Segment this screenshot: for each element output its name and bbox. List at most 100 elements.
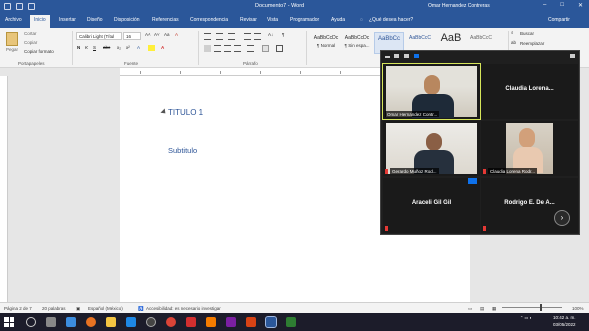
print-layout-icon[interactable]: ▤ <box>480 306 484 312</box>
word-count[interactable]: 20 palabras <box>42 306 66 311</box>
user-name[interactable]: Omar Hernandez Contreras <box>428 3 490 9</box>
word-icon[interactable] <box>265 316 277 328</box>
minimize-icon[interactable]: – <box>543 2 546 9</box>
decrease-indent-icon[interactable] <box>244 33 251 40</box>
line-spacing-icon[interactable] <box>247 45 254 52</box>
tab-diseno[interactable]: Diseño <box>87 17 103 23</box>
close-icon[interactable]: ✕ <box>578 2 583 9</box>
justify-icon[interactable] <box>234 45 241 52</box>
tell-me-search[interactable]: ¿Qué desea hacer? <box>369 17 413 23</box>
clock-time[interactable]: 10:42 a. m. <box>553 315 576 320</box>
vlc-icon[interactable] <box>206 317 216 327</box>
speaker-view-icon[interactable] <box>394 54 399 58</box>
heading-1-text[interactable]: TITULO 1 <box>168 108 203 117</box>
grid-view-icon[interactable] <box>414 54 419 58</box>
accessibility-icon[interactable]: ♿ <box>138 306 144 312</box>
replace-button[interactable]: Reemplazar <box>520 41 544 46</box>
align-right-icon[interactable] <box>224 45 231 52</box>
text-effects-icon[interactable]: A <box>137 45 140 50</box>
strikethrough-icon[interactable]: abc <box>103 45 110 50</box>
increase-indent-icon[interactable] <box>254 33 261 40</box>
clear-format-icon[interactable]: A <box>175 32 178 37</box>
share-button[interactable]: Compartir <box>548 17 570 23</box>
web-layout-icon[interactable]: ▦ <box>492 306 496 312</box>
underline-icon[interactable]: S <box>93 45 96 50</box>
tab-correspondencia[interactable]: Correspondencia <box>190 17 228 23</box>
acrobat-icon[interactable] <box>186 317 196 327</box>
numbering-icon[interactable] <box>216 33 223 40</box>
obs-icon[interactable] <box>146 317 156 327</box>
format-painter-button[interactable]: Copiar formato <box>24 49 54 54</box>
tab-disposicion[interactable]: Disposición <box>114 17 140 23</box>
multilevel-list-icon[interactable] <box>228 33 235 40</box>
file-explorer-icon[interactable] <box>106 317 116 327</box>
font-name-select[interactable]: Calibri Light (Títul <box>76 32 122 40</box>
app-icon[interactable] <box>226 317 236 327</box>
tab-referencias[interactable]: Referencias <box>152 17 179 23</box>
change-case-icon[interactable]: Aa <box>164 32 170 37</box>
italic-icon[interactable]: K <box>85 45 88 50</box>
font-size-select[interactable]: 16 <box>123 32 141 40</box>
tab-inicio[interactable]: Inicio <box>30 15 50 28</box>
show-marks-icon[interactable]: ¶ <box>282 32 284 37</box>
proofing-icon[interactable]: ▣ <box>76 306 80 312</box>
maximize-icon[interactable]: □ <box>560 2 564 9</box>
subscript-icon[interactable]: x₂ <box>117 45 121 50</box>
powerpoint-icon[interactable] <box>246 317 256 327</box>
replace-icon[interactable]: ab <box>511 40 516 45</box>
zoom-slider-handle[interactable] <box>540 304 542 311</box>
task-view-icon[interactable] <box>46 317 56 327</box>
search-icon[interactable]: ⌕ <box>511 30 514 35</box>
tab-insertar[interactable]: Insertar <box>59 17 76 23</box>
tab-revisar[interactable]: Revisar <box>240 17 257 23</box>
shrink-font-icon[interactable]: A˅ <box>154 32 160 37</box>
align-center-icon[interactable] <box>214 45 221 52</box>
excel-icon[interactable] <box>286 317 296 327</box>
language-indicator[interactable]: Español (México) <box>88 306 123 311</box>
grow-font-icon[interactable]: A˄ <box>145 32 151 37</box>
highlight-icon[interactable] <box>148 45 155 51</box>
next-page-button[interactable]: › <box>554 210 570 226</box>
undo-icon[interactable] <box>16 3 23 10</box>
tab-programador[interactable]: Programador <box>290 17 319 23</box>
edge-icon[interactable] <box>66 317 76 327</box>
tab-vista[interactable]: Vista <box>267 17 278 23</box>
cut-button[interactable]: Cortar <box>24 31 37 36</box>
zoom-slider[interactable] <box>502 307 562 308</box>
bullets-icon[interactable] <box>204 33 211 40</box>
style-normal[interactable]: AaBbCcDc ¶ Normal <box>311 32 341 54</box>
zoom-app-icon[interactable] <box>126 317 136 327</box>
windows-start-icon[interactable] <box>4 317 14 327</box>
clock-date[interactable]: 03/05/2022 <box>553 322 576 327</box>
page-count[interactable]: Página 2 de 7 <box>4 306 32 311</box>
gallery-view-icon[interactable] <box>404 54 409 58</box>
shading-icon[interactable] <box>262 45 269 52</box>
participant-tile[interactable]: Gerardo Muñoz Rod... <box>383 121 480 176</box>
redo-icon[interactable] <box>28 3 35 10</box>
copy-button[interactable]: Copiar <box>24 40 37 45</box>
bold-icon[interactable]: N <box>77 45 80 50</box>
read-mode-icon[interactable]: ▭ <box>468 306 472 312</box>
tab-ayuda[interactable]: Ayuda <box>331 17 345 23</box>
chrome-icon[interactable] <box>166 317 176 327</box>
sort-icon[interactable]: A↓ <box>268 32 273 37</box>
font-color-icon[interactable]: A <box>161 45 164 50</box>
minimize-icon[interactable] <box>385 56 390 58</box>
align-left-icon[interactable] <box>204 45 211 52</box>
paste-icon[interactable] <box>6 32 18 46</box>
paste-button[interactable]: Pegar <box>6 47 18 52</box>
participant-tile[interactable]: Omar Hernandez Contr... <box>382 63 481 120</box>
find-button[interactable]: Buscar <box>520 31 534 36</box>
accessibility-status[interactable]: Accesibilidad: es necesario investigar <box>146 306 221 311</box>
tab-archivo[interactable]: Archivo <box>5 17 22 23</box>
subtitle-text[interactable]: Subtitulo <box>168 146 197 155</box>
save-icon[interactable] <box>4 3 11 10</box>
search-icon[interactable] <box>26 317 36 327</box>
firefox-icon[interactable] <box>86 317 96 327</box>
participant-tile[interactable]: Claudia Lorena... <box>481 64 578 119</box>
zoom-level[interactable]: 100% <box>572 306 584 311</box>
system-tray-icons[interactable]: ⌃ ▭ ◖ <box>520 315 532 320</box>
fullscreen-icon[interactable] <box>570 54 575 58</box>
borders-icon[interactable] <box>276 45 283 52</box>
participant-tile[interactable]: Claudia Lorena Rodr... <box>481 121 578 176</box>
